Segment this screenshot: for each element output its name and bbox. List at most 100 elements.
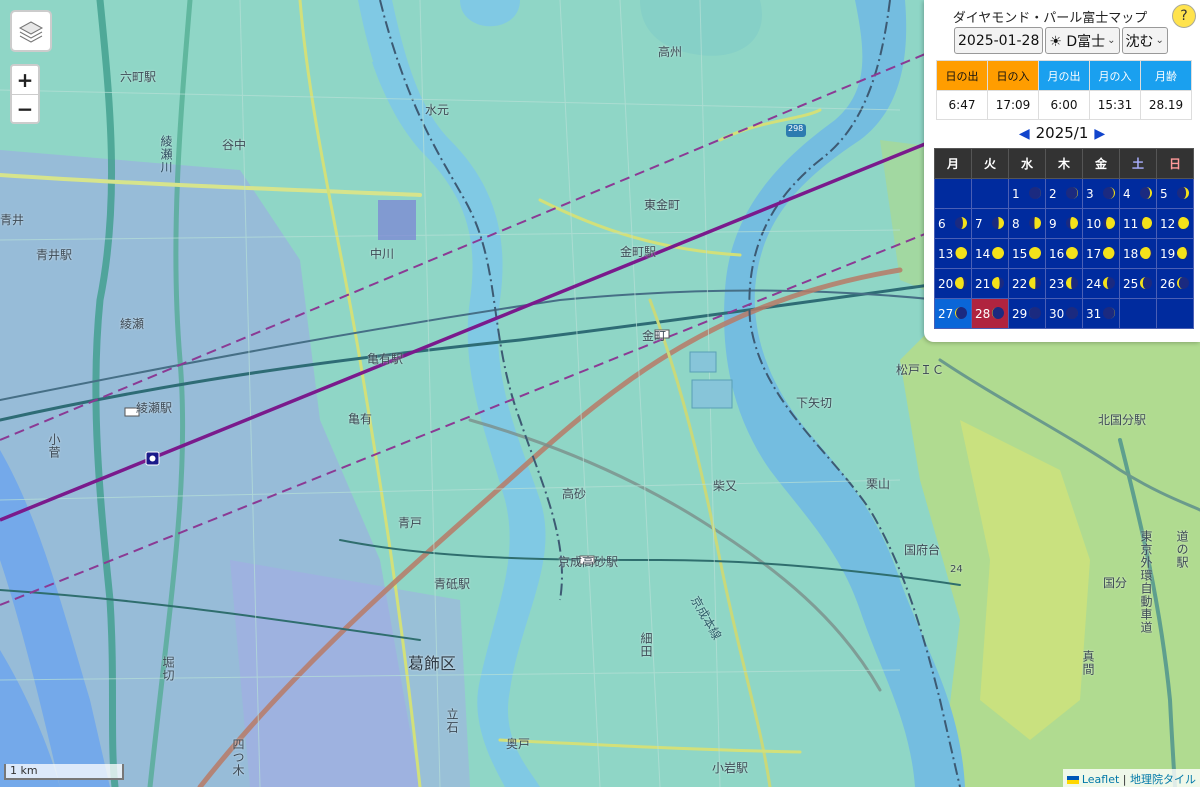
calendar-day-number: 18 [1123,247,1139,261]
calendar-day-24[interactable]: 24 [1082,268,1120,299]
calendar-day-number: 20 [938,277,954,291]
moon-phase-icon [1066,247,1078,259]
moon-phase-icon [1140,187,1152,199]
label-nakagawa: 中川 [370,247,395,261]
calendar-day-21[interactable]: 21 [971,268,1009,299]
value-moon-age: 28.19 [1140,90,1192,120]
calendar-day-27[interactable]: 27 [934,298,972,329]
moon-phase-icon [1177,187,1189,199]
calendar-day-26[interactable]: 26 [1156,268,1194,299]
label-aoi-station: 青井駅 [36,248,73,262]
calendar-day-3[interactable]: 3 [1082,178,1120,209]
calendar-day-28[interactable]: 28 [971,298,1009,329]
calendar-day-30[interactable]: 30 [1045,298,1083,329]
header-sunset: 日の入 [987,60,1039,91]
calendar-day-17[interactable]: 17 [1082,238,1120,269]
label-gaikan-expressway: 東京外環自動車道 [1139,530,1153,634]
moon-phase-icon [992,307,1004,319]
value-moonrise: 6:00 [1038,90,1090,120]
calendar-day-number: 23 [1049,277,1065,291]
calendar-day-number: 19 [1160,247,1176,261]
weekday-header: 金 [1082,148,1120,179]
date-input[interactable]: 2025-01-28 [954,27,1044,54]
calendar-day-number: 14 [975,247,991,261]
month-navigation: ◀ 2025/1 ▶ [924,124,1200,142]
calendar-day-19[interactable]: 19 [1156,238,1194,269]
leaflet-link[interactable]: Leaflet [1082,773,1119,786]
calendar-week: 13 14 15 16 17 18 19 [934,238,1194,269]
gsi-tiles-link[interactable]: 地理院タイル [1130,773,1196,786]
label-kokubun: 国分 [1103,576,1128,590]
scale-bar: 1 km [4,764,124,780]
label-kokufudai: 国府台 [904,543,941,557]
calendar-day-29[interactable]: 29 [1008,298,1046,329]
label-ayase-station: 綾瀬駅 [136,401,173,415]
calendar-day-20[interactable]: 20 [934,268,972,299]
calendar-day-number: 29 [1012,307,1028,321]
moon-phase-icon [1103,217,1115,229]
attribution-separator: | [1122,773,1127,786]
moon-phase-icon [1140,277,1152,289]
zoom-in-button[interactable]: + [12,66,38,94]
label-kitakokubun-station: 北国分駅 [1098,413,1147,427]
calendar-day-31[interactable]: 31 [1082,298,1120,329]
calendar-day-5[interactable]: 5 [1156,178,1194,209]
calendar-day-8[interactable]: 8 [1008,208,1046,239]
header-sunrise: 日の出 [936,60,988,91]
next-month-icon[interactable]: ▶ [1094,126,1105,142]
moon-phase-icon [992,217,1004,229]
fuji-type-select[interactable]: ☀ D富士 ⌄ [1045,27,1120,54]
calendar-day-11[interactable]: 11 [1119,208,1157,239]
label-shimoyagiri: 下矢切 [796,396,833,410]
calendar-day-number: 30 [1049,307,1065,321]
label-okudo: 奥戸 [506,737,531,751]
calendar-day-10[interactable]: 10 [1082,208,1120,239]
zoom-out-button[interactable]: − [12,94,38,122]
calendar-day-number: 9 [1049,217,1057,231]
moon-phase-icon [1029,247,1041,259]
rise-set-value: 沈む [1125,33,1154,50]
label-aoi: 青井 [0,213,25,227]
calendar-day-22[interactable]: 22 [1008,268,1046,299]
moon-phase-icon [1029,277,1041,289]
weekday-header: 日 [1156,148,1194,179]
moon-phase-icon [955,217,967,229]
label-aoto: 青戸 [398,516,423,530]
calendar-day-number: 26 [1160,277,1176,291]
calendar-day-number: 13 [938,247,954,261]
rise-set-select[interactable]: 沈む ⌄ [1121,27,1168,54]
help-button[interactable]: ? [1172,4,1196,28]
calendar-day-2[interactable]: 2 [1045,178,1083,209]
attribution: Leaflet | 地理院タイル [1062,769,1200,787]
calendar-day-number: 17 [1086,247,1102,261]
label-kosuge: 小菅 [47,433,61,459]
panel-controls: 2025-01-28 ☀ D富士 ⌄ 沈む ⌄ [954,27,1168,54]
label-horikiri: 堀切 [161,656,175,682]
label-keisei-takasago-station: 京成高砂駅 [558,555,619,569]
calendar-day-4[interactable]: 4 [1119,178,1157,209]
calendar-day-9[interactable]: 9 [1045,208,1083,239]
calendar-day-7[interactable]: 7 [971,208,1009,239]
calendar-day-25[interactable]: 25 [1119,268,1157,299]
label-kameari-station: 亀有駅 [367,352,404,366]
value-moonset: 15:31 [1089,90,1141,120]
calendar-day-number: 27 [938,307,954,321]
calendar-day-number: 11 [1123,217,1139,231]
calendar-day-6[interactable]: 6 [934,208,972,239]
calendar-week: 20 21 22 23 24 25 26 [934,268,1194,299]
panel-title: ダイヤモンド・パール富士マップ [952,11,1148,26]
calendar-day-23[interactable]: 23 [1045,268,1083,299]
calendar-day-12[interactable]: 12 [1156,208,1194,239]
prev-month-icon[interactable]: ◀ [1019,126,1030,142]
calendar-day-16[interactable]: 16 [1045,238,1083,269]
calendar-empty-cell [971,178,1009,209]
calendar-grid: 月火水木金土日 1 2 3 4 5 6 7 8 9 10 11 12 13 14 15 16 17 18 19 20 2… [934,148,1194,329]
calendar-day-1[interactable]: 1 [1008,178,1046,209]
calendar-day-number: 24 [1086,277,1102,291]
calendar-day-14[interactable]: 14 [971,238,1009,269]
layers-button[interactable] [10,10,52,52]
calendar-day-13[interactable]: 13 [934,238,972,269]
calendar-day-15[interactable]: 15 [1008,238,1046,269]
label-yanaka: 谷中 [222,138,247,152]
calendar-day-18[interactable]: 18 [1119,238,1157,269]
